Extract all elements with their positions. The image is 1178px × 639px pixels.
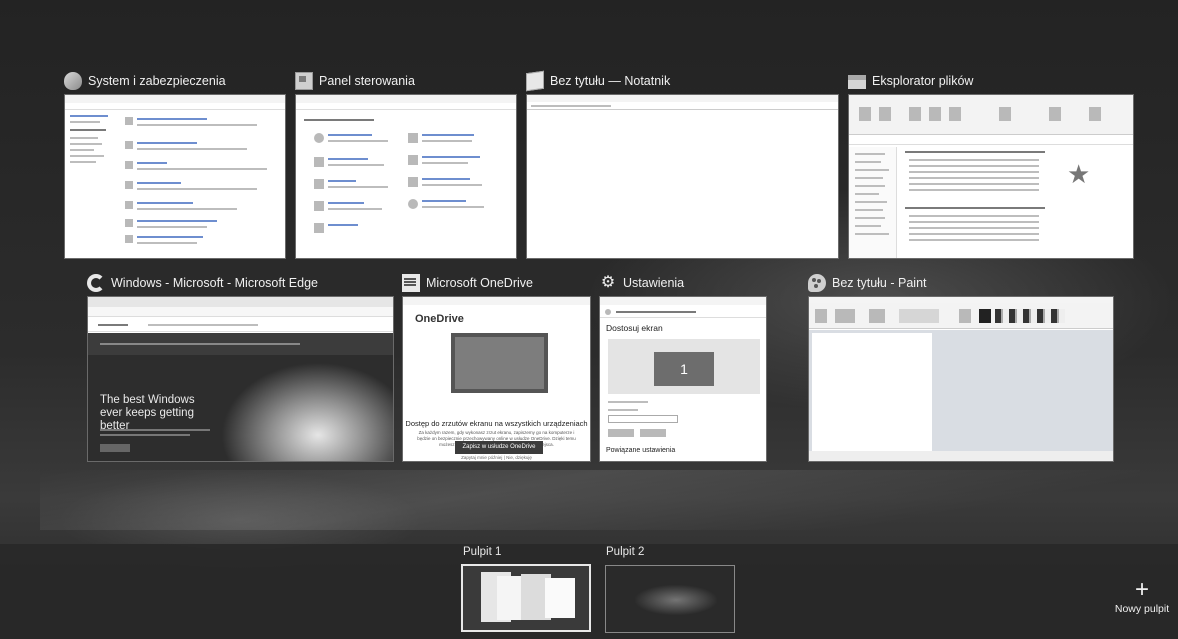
window-title: Microsoft OneDrive <box>426 276 533 290</box>
window-thumbnail[interactable] <box>526 94 839 259</box>
settings-heading: Dostosuj ekran <box>606 323 663 333</box>
display-number: 1 <box>654 352 714 386</box>
window-title: Panel sterowania <box>319 74 415 88</box>
onedrive-icon <box>402 274 420 292</box>
onedrive-illustration <box>451 333 548 393</box>
window-control-panel[interactable]: Panel sterowania <box>295 70 517 260</box>
window-thumbnail[interactable]: Dostosuj ekran 1 Powiązane ustawienia <box>599 296 767 462</box>
window-title: Ustawienia <box>623 276 685 290</box>
window-header: Bez tytułu — Notatnik <box>526 70 670 92</box>
edge-icon <box>87 274 105 292</box>
onedrive-logo: OneDrive <box>415 313 464 325</box>
control-panel-icon <box>295 72 313 90</box>
window-notepad[interactable]: Bez tytułu — Notatnik <box>526 70 839 260</box>
background-light-streak <box>40 470 1140 530</box>
desktop-2-thumbnail[interactable] <box>605 565 735 633</box>
window-thumbnail[interactable]: The best Windows ever keeps getting bett… <box>87 296 394 462</box>
window-title: Bez tytułu - Paint <box>832 276 927 290</box>
window-paint[interactable]: Bez tytułu - Paint <box>808 272 1114 464</box>
star-icon: ★ <box>1067 159 1091 189</box>
onedrive-heading: Dostęp do zrzutów ekranu na wszystkich u… <box>405 419 588 428</box>
window-header: ⚙ Ustawienia <box>599 272 684 294</box>
shield-icon <box>64 72 82 90</box>
desktop-2-label: Pulpit 2 <box>606 546 645 558</box>
save-to-onedrive-button: Zapisz w usłudze OneDrive <box>455 441 543 454</box>
desktop-1-label: Pulpit 1 <box>463 546 502 558</box>
window-thumbnail[interactable] <box>64 94 286 259</box>
window-title: Eksplorator plików <box>872 74 974 88</box>
notepad-icon <box>526 70 544 92</box>
paint-status-bar <box>809 451 1113 461</box>
window-thumbnail[interactable]: ★ <box>848 94 1134 259</box>
window-thumbnail[interactable]: OneDrive Dostęp do zrzutów ekranu na wsz… <box>402 296 591 462</box>
window-settings[interactable]: ⚙ Ustawienia Dostosuj ekran 1 Powiązane … <box>599 272 767 464</box>
settings-subheading: Powiązane ustawienia <box>606 447 676 454</box>
window-title: Windows - Microsoft - Microsoft Edge <box>111 276 318 290</box>
new-desktop-label: Nowy pulpit <box>1114 603 1170 615</box>
edge-hero-title: The best Windows ever keeps getting bett… <box>100 394 195 432</box>
new-desktop-button[interactable]: + Nowy pulpit <box>1110 576 1174 619</box>
window-title: System i zabezpieczenia <box>88 74 226 88</box>
window-thumbnail[interactable] <box>295 94 517 259</box>
window-file-explorer[interactable]: Eksplorator plików ★ <box>848 70 1134 260</box>
window-header: Eksplorator plików <box>848 70 973 92</box>
desktop-2-preview <box>606 566 734 632</box>
window-header: Bez tytułu - Paint <box>808 272 927 294</box>
plus-icon: + <box>1134 576 1149 603</box>
paint-canvas <box>812 333 932 453</box>
window-header: System i zabezpieczenia <box>64 70 226 92</box>
onedrive-footer-links: Zapytaj mnie później | Nie, dziękuję <box>461 455 532 460</box>
window-system-security[interactable]: System i zabezpieczenia <box>64 70 286 260</box>
window-header: Panel sterowania <box>295 70 415 92</box>
mini-window <box>545 578 575 618</box>
window-edge[interactable]: Windows - Microsoft - Microsoft Edge The… <box>87 272 394 464</box>
window-title: Bez tytułu — Notatnik <box>550 74 671 88</box>
window-onedrive[interactable]: Microsoft OneDrive OneDrive Dostęp do zr… <box>402 272 591 464</box>
gear-icon: ⚙ <box>600 274 616 291</box>
window-header: Windows - Microsoft - Microsoft Edge <box>87 272 318 294</box>
window-header: Microsoft OneDrive <box>402 272 533 294</box>
window-thumbnail[interactable] <box>808 296 1114 462</box>
folder-icon <box>848 75 866 89</box>
desktop-1-thumbnail[interactable] <box>461 564 591 632</box>
paint-icon <box>808 274 826 292</box>
